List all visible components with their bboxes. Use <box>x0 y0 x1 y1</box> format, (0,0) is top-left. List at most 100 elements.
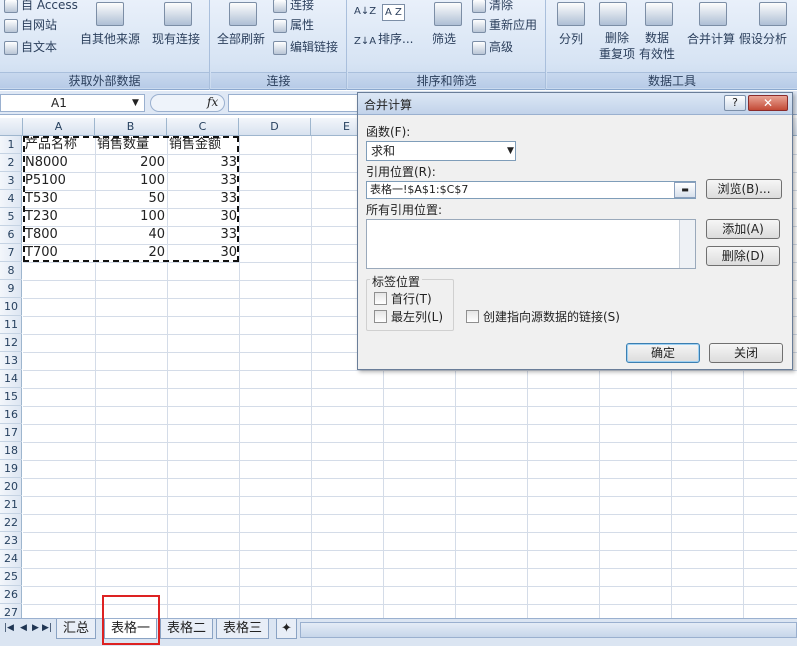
collapse-dialog-icon[interactable]: ▬ <box>674 182 696 198</box>
other-sources-button[interactable]: 自其他来源 <box>80 30 140 47</box>
row-header[interactable]: 23 <box>0 532 22 550</box>
tab-sheet-2[interactable]: 表格二 <box>160 619 214 639</box>
row-header[interactable]: 2 <box>0 154 22 172</box>
row-header[interactable]: 16 <box>0 406 22 424</box>
create-links-checkbox[interactable] <box>466 310 479 323</box>
close-button[interactable]: 关闭 <box>709 343 783 363</box>
from-access-button[interactable]: 自 Access <box>4 0 78 13</box>
all-references-label: 所有引用位置: <box>366 203 443 217</box>
prev-sheet-icon[interactable]: ◀ <box>20 623 27 633</box>
left-column-checkbox[interactable] <box>374 310 387 323</box>
row-header[interactable]: 25 <box>0 568 22 586</box>
reapply-button[interactable]: 重新应用 <box>472 16 537 33</box>
tab-highlight-box <box>102 595 160 645</box>
remove-duplicates-button[interactable]: 删除 重复项 <box>599 30 635 62</box>
gridline <box>23 532 797 533</box>
gridline <box>23 442 797 443</box>
row-header[interactable]: 6 <box>0 226 22 244</box>
advanced-button[interactable]: 高级 <box>472 38 513 55</box>
sort-za-button[interactable]: Z↓A <box>354 36 376 47</box>
row-header[interactable]: 4 <box>0 190 22 208</box>
web-icon <box>4 18 18 33</box>
row-header[interactable]: 3 <box>0 172 22 190</box>
row-header[interactable]: 17 <box>0 424 22 442</box>
existing-connections-button[interactable]: 现有连接 <box>152 30 200 47</box>
row-header[interactable]: 27 <box>0 604 22 618</box>
delete-button[interactable]: 删除(D) <box>706 246 780 266</box>
select-all-corner[interactable] <box>0 118 23 136</box>
group-get-external-data: 自 Access 自网站 自文本 自其他来源 现有连接 获取外部数据 <box>0 0 210 90</box>
browse-button[interactable]: 浏览(B)... <box>706 179 782 199</box>
chevron-down-icon[interactable]: ▼ <box>132 94 139 112</box>
row-header[interactable]: 19 <box>0 460 22 478</box>
from-text-button[interactable]: 自文本 <box>4 38 57 55</box>
top-row-checkbox[interactable] <box>374 292 387 305</box>
group-title-get-external: 获取外部数据 <box>0 72 209 88</box>
edit-links-button[interactable]: 编辑链接 <box>273 38 338 55</box>
help-button[interactable]: ? <box>724 95 746 111</box>
add-button[interactable]: 添加(A) <box>706 219 780 239</box>
gridline <box>23 460 797 461</box>
row-header[interactable]: 20 <box>0 478 22 496</box>
data-validation-icon <box>645 2 673 26</box>
row-header[interactable]: 7 <box>0 244 22 262</box>
insert-function-icon[interactable]: fx <box>207 95 218 109</box>
chevron-down-icon[interactable]: ▼ <box>507 142 514 160</box>
tab-summary[interactable]: 汇总 <box>56 619 97 639</box>
close-icon[interactable]: ✕ <box>748 95 788 111</box>
first-sheet-icon[interactable]: |◀ <box>4 623 14 633</box>
connections-button[interactable]: 连接 <box>273 0 314 13</box>
row-header[interactable]: 13 <box>0 352 22 370</box>
insert-sheet-icon[interactable]: ✦ <box>276 619 297 639</box>
list-scrollbar[interactable] <box>679 220 695 268</box>
consolidate-button[interactable]: 合并计算 <box>687 30 735 47</box>
link-icon <box>273 40 287 55</box>
properties-icon <box>273 18 287 33</box>
last-sheet-icon[interactable]: ▶| <box>42 623 52 633</box>
text-to-columns-button[interactable]: 分列 <box>559 30 583 47</box>
row-header[interactable]: 14 <box>0 370 22 388</box>
group-sort-filter: A↓Z Z↓A A Z 排序... 筛选 清除 重新应用 高级 排序和筛选 <box>348 0 546 90</box>
filter-button[interactable]: 筛选 <box>432 30 456 47</box>
row-header[interactable]: 22 <box>0 514 22 532</box>
selection-marquee <box>23 136 239 262</box>
sort-az-button[interactable]: A↓Z <box>354 6 376 17</box>
row-header[interactable]: 8 <box>0 262 22 280</box>
properties-button[interactable]: 属性 <box>273 16 314 33</box>
row-header[interactable]: 10 <box>0 298 22 316</box>
refresh-all-button[interactable]: 全部刷新 <box>217 30 265 47</box>
row-header[interactable]: 1 <box>0 136 22 154</box>
column-header-d[interactable]: D <box>239 118 311 136</box>
row-header[interactable]: 12 <box>0 334 22 352</box>
name-box[interactable]: A1 <box>0 94 145 112</box>
row-header[interactable]: 21 <box>0 496 22 514</box>
ok-button[interactable]: 确定 <box>626 343 700 363</box>
column-header-c[interactable]: C <box>167 118 239 136</box>
consolidate-icon <box>699 2 727 26</box>
horizontal-scrollbar[interactable] <box>300 622 797 638</box>
reference-input[interactable]: 表格一!$A$1:$C$7 <box>366 181 696 199</box>
row-header[interactable]: 11 <box>0 316 22 334</box>
row-header[interactable]: 24 <box>0 550 22 568</box>
access-icon <box>4 0 18 13</box>
clear-button[interactable]: 清除 <box>472 0 513 13</box>
group-title-data-tools: 数据工具 <box>547 72 797 88</box>
next-sheet-icon[interactable]: ▶ <box>32 623 39 633</box>
from-web-button[interactable]: 自网站 <box>4 16 57 33</box>
tab-sheet-3[interactable]: 表格三 <box>216 619 270 639</box>
function-select[interactable]: 求和 ▼ <box>366 141 516 161</box>
column-header-b[interactable]: B <box>95 118 167 136</box>
sort-button[interactable]: 排序... <box>378 30 413 47</box>
column-header-a[interactable]: A <box>23 118 95 136</box>
row-header[interactable]: 18 <box>0 442 22 460</box>
row-header[interactable]: 9 <box>0 280 22 298</box>
remove-duplicates-icon <box>599 2 627 26</box>
data-validation-button[interactable]: 数据 有效性 <box>639 30 675 62</box>
all-references-list[interactable] <box>366 219 696 269</box>
other-sources-icon <box>96 2 124 26</box>
row-header[interactable]: 15 <box>0 388 22 406</box>
row-header[interactable]: 5 <box>0 208 22 226</box>
dialog-titlebar[interactable]: 合并计算 ? ✕ <box>358 93 792 115</box>
what-if-button[interactable]: 假设分析 <box>739 30 787 47</box>
row-header[interactable]: 26 <box>0 586 22 604</box>
